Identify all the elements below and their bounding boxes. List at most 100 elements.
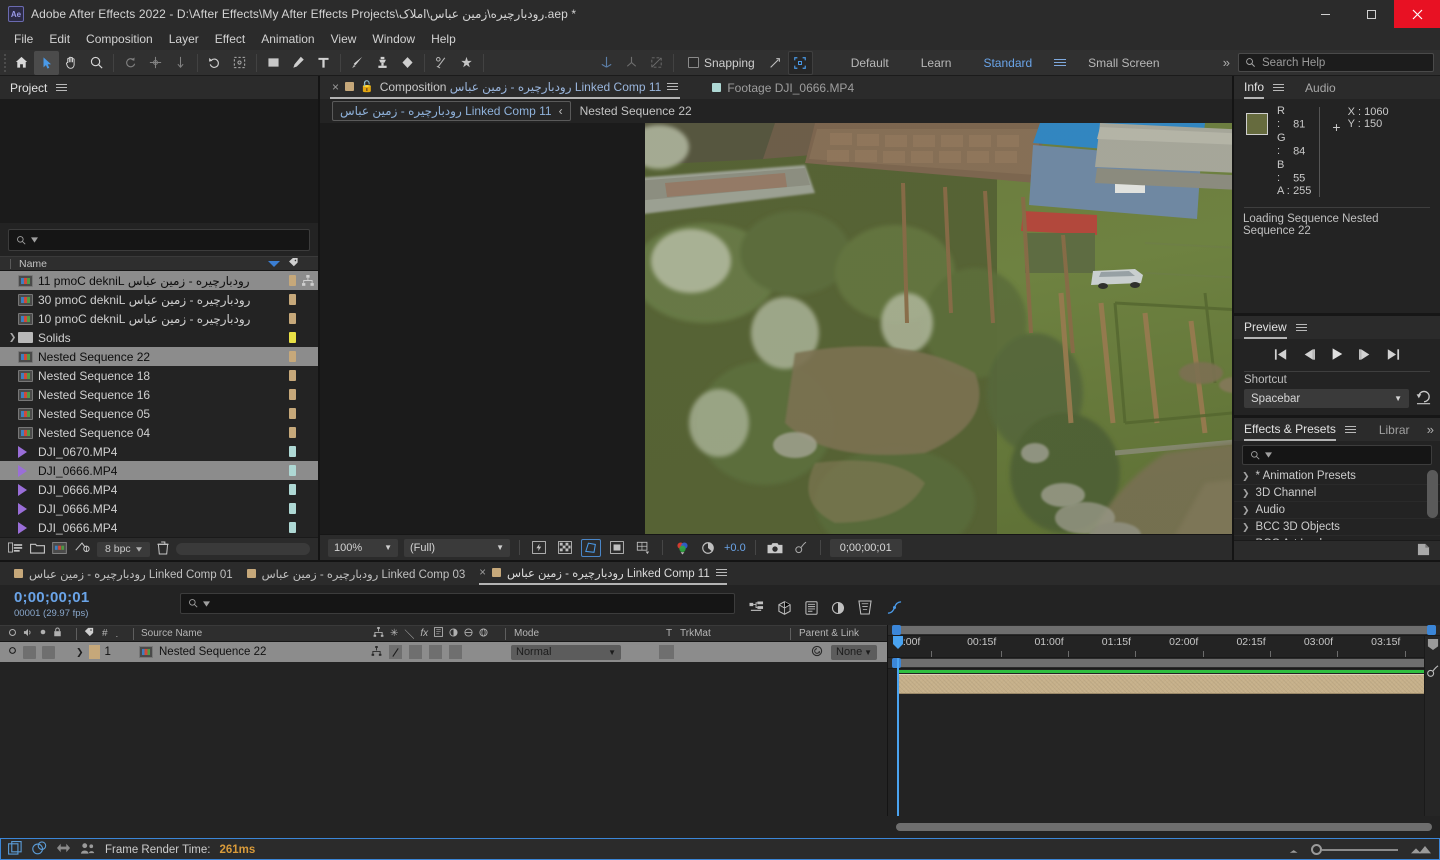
reset-shortcut-icon[interactable] bbox=[1416, 390, 1432, 408]
keyframe-nav-icon[interactable] bbox=[1425, 638, 1440, 651]
layer-3d-toggle[interactable] bbox=[449, 645, 462, 659]
multiframe-render-icon[interactable] bbox=[56, 841, 71, 858]
info-panel-menu-icon[interactable] bbox=[1273, 84, 1285, 91]
toggle-transparency-grid-icon[interactable] bbox=[555, 539, 575, 557]
chevron-left-icon[interactable]: ‹ bbox=[559, 104, 563, 118]
menu-composition[interactable]: Composition bbox=[78, 29, 161, 49]
work-area-bar[interactable] bbox=[888, 625, 1440, 636]
project-search-input[interactable] bbox=[8, 229, 310, 251]
chevron-down-icon[interactable]: ▼ bbox=[1394, 394, 1402, 403]
project-item[interactable]: Nested Sequence 18 bbox=[0, 366, 318, 385]
team-projects-icon[interactable] bbox=[80, 842, 96, 858]
project-item[interactable]: رودبارچیره - زمین عباس Linked Comp 11 bbox=[0, 271, 318, 290]
play-button[interactable] bbox=[1330, 347, 1344, 364]
chevron-down-icon[interactable]: ▼ bbox=[384, 543, 392, 552]
layer-lock-toggle[interactable] bbox=[61, 645, 74, 659]
render-queue-icon[interactable] bbox=[8, 841, 23, 858]
enable-motion-blur-icon[interactable] bbox=[857, 600, 872, 618]
layer-parent-pickwhip[interactable] bbox=[811, 645, 823, 660]
composition-timecode[interactable]: 0;00;00;01 bbox=[829, 538, 902, 557]
project-item[interactable]: DJI_0666.MP4 bbox=[0, 518, 318, 537]
parent-link-column[interactable]: Parent & Link bbox=[791, 628, 859, 639]
expand-column-icon[interactable]: . bbox=[116, 629, 119, 639]
workspace-learn[interactable]: Learn bbox=[905, 53, 968, 73]
project-item-label-swatch[interactable] bbox=[289, 332, 296, 343]
effects-category-list[interactable]: ❯ * Animation Presets ❯ 3D Channel ❯ Audio ❯ BC… bbox=[1234, 468, 1440, 540]
playhead[interactable] bbox=[893, 636, 903, 816]
workspace-small-screen[interactable]: Small Screen bbox=[1072, 53, 1175, 73]
new-comp-from-selection-icon[interactable] bbox=[52, 541, 67, 557]
tab-libraries[interactable]: Librar bbox=[1379, 423, 1410, 437]
source-name-column[interactable]: Source Name bbox=[134, 628, 373, 639]
timeline-comp-tab[interactable]: × رودبارچیره - زمین عباس Linked Comp 11 bbox=[479, 562, 727, 585]
effects-category-row[interactable]: ❯ Audio bbox=[1234, 502, 1440, 520]
project-item-label-swatch[interactable] bbox=[289, 484, 296, 495]
menu-animation[interactable]: Animation bbox=[253, 29, 322, 49]
bits-per-channel-button[interactable]: 8 bpc bbox=[97, 541, 150, 557]
project-item-label-swatch[interactable] bbox=[289, 370, 296, 381]
lock-toggle-icon[interactable] bbox=[53, 627, 62, 640]
graph-editor-icon[interactable] bbox=[887, 600, 902, 618]
zoom-tool-icon[interactable] bbox=[84, 51, 109, 75]
effects-category-row[interactable]: ❯ BCC 3D Objects bbox=[1234, 519, 1440, 537]
current-timecode[interactable]: 0;00;00;01 bbox=[14, 589, 180, 606]
timeline-search-input[interactable] bbox=[180, 593, 735, 614]
snapping-checkbox[interactable] bbox=[688, 57, 699, 68]
sort-descending-icon[interactable] bbox=[268, 260, 280, 267]
preview-panel-menu-icon[interactable] bbox=[1295, 324, 1307, 332]
layer-source-name[interactable]: Nested Sequence 22 bbox=[159, 646, 266, 658]
zoom-slider-track[interactable] bbox=[1322, 848, 1398, 851]
effects-overflow-icon[interactable]: » bbox=[1427, 422, 1440, 437]
effects-scrollbar[interactable] bbox=[1427, 470, 1438, 519]
menu-layer[interactable]: Layer bbox=[161, 29, 207, 49]
layer-adjustment-toggle[interactable] bbox=[389, 645, 402, 659]
project-item-label-swatch[interactable] bbox=[289, 465, 296, 476]
layer-solo-toggle[interactable] bbox=[42, 645, 55, 659]
next-frame-button[interactable] bbox=[1358, 348, 1372, 364]
shortcut-select[interactable]: Spacebar ▼ bbox=[1244, 389, 1409, 409]
project-item[interactable]: DJI_0670.MP4 bbox=[0, 442, 318, 461]
project-panel-menu-icon[interactable] bbox=[56, 84, 68, 91]
workspace-overflow-icon[interactable]: » bbox=[1213, 55, 1238, 70]
composition-viewport[interactable] bbox=[320, 123, 1232, 534]
exposure-value[interactable]: +0.0 bbox=[724, 542, 746, 554]
project-item-label-swatch[interactable] bbox=[289, 389, 296, 400]
project-item[interactable]: DJI_0666.MP4 bbox=[0, 461, 318, 480]
layer-frame-blend-toggle[interactable] bbox=[429, 645, 442, 659]
close-button[interactable] bbox=[1394, 0, 1440, 28]
project-item-label-swatch[interactable] bbox=[289, 275, 296, 286]
project-item[interactable]: ❯ Solids bbox=[0, 328, 318, 347]
project-item-label-swatch[interactable] bbox=[289, 313, 296, 324]
3d-tripod-icon[interactable] bbox=[619, 51, 644, 75]
rectangle-tool-icon[interactable] bbox=[261, 51, 286, 75]
effects-panel-menu-icon[interactable] bbox=[1344, 426, 1356, 434]
project-item[interactable]: Nested Sequence 05 bbox=[0, 404, 318, 423]
project-item-label-swatch[interactable] bbox=[289, 503, 296, 514]
layer-motion-blur-toggle[interactable] bbox=[409, 645, 422, 659]
roto-brush-tool-icon[interactable] bbox=[227, 51, 252, 75]
breadcrumb-comp[interactable]: رودبارچیره - زمین عباس Linked Comp 11 ‹ bbox=[332, 101, 571, 121]
layer-number-column[interactable]: # bbox=[102, 628, 108, 639]
tab-info[interactable]: Info bbox=[1244, 76, 1265, 99]
close-icon[interactable]: × bbox=[332, 80, 339, 94]
anchor-point-tool-icon[interactable] bbox=[143, 51, 168, 75]
zoom-in-icon[interactable] bbox=[1410, 843, 1432, 857]
project-item-label-swatch[interactable] bbox=[289, 427, 296, 438]
eraser-tool-icon[interactable] bbox=[395, 51, 420, 75]
table-row[interactable]: ❯ 1 Nested Sequence 22 Normal ▼ None ▼ bbox=[0, 642, 887, 662]
composition-mini-flowchart-icon[interactable] bbox=[749, 600, 764, 618]
minimize-button[interactable] bbox=[1302, 0, 1348, 28]
menu-effect[interactable]: Effect bbox=[207, 29, 253, 49]
menu-window[interactable]: Window bbox=[364, 29, 423, 49]
snap-corners-icon[interactable] bbox=[787, 50, 813, 75]
delete-icon[interactable] bbox=[157, 540, 169, 558]
t-column[interactable]: T bbox=[658, 628, 680, 639]
chevron-right-icon[interactable]: ❯ bbox=[1242, 539, 1250, 540]
chevron-right-icon[interactable]: ❯ bbox=[1242, 505, 1250, 516]
timeline-horizontal-scrollbar[interactable] bbox=[896, 823, 1432, 831]
layer-parent-select[interactable]: None ▼ bbox=[831, 644, 877, 660]
video-toggle-icon[interactable] bbox=[8, 628, 17, 640]
time-ruler[interactable]: 0:00f 00:15f 01:00f 01:15f 02:00f 02:15f 03:00… bbox=[888, 636, 1440, 658]
puppet-pin-tool-icon[interactable] bbox=[429, 51, 454, 75]
effects-category-row[interactable]: ❯ BCC Art Looks bbox=[1234, 536, 1440, 540]
